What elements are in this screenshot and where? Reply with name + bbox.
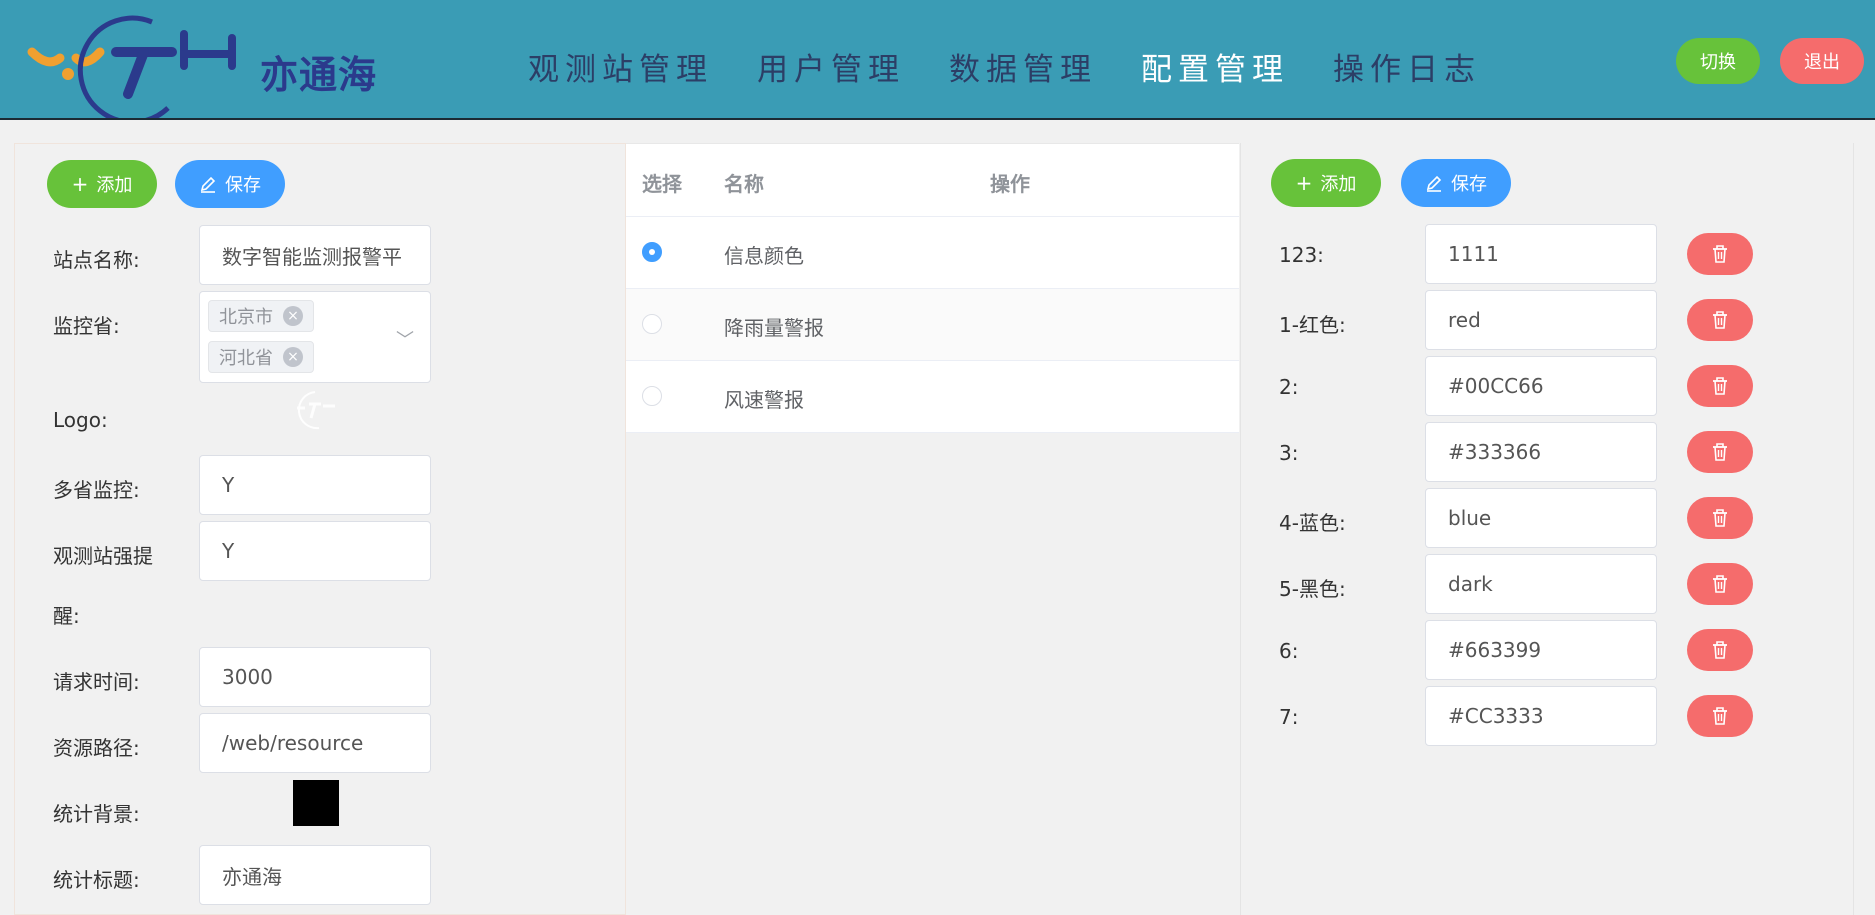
- delete-button[interactable]: [1687, 695, 1753, 737]
- logo-thumbnail-icon: [297, 391, 335, 430]
- config-item-key: 2:: [1279, 375, 1299, 399]
- row-name: 风速警报: [724, 388, 804, 412]
- row-name: 信息颜色: [724, 244, 804, 268]
- logo-label: Logo:: [53, 408, 108, 432]
- trash-icon: [1713, 245, 1727, 263]
- config-table: 选择 名称 操作 信息颜色 降雨量警报 风速警报: [626, 144, 1239, 433]
- delete-button[interactable]: [1687, 299, 1753, 341]
- config-item-key: 3:: [1279, 441, 1299, 465]
- right-save-button[interactable]: 保存: [1401, 159, 1511, 207]
- plus-icon: +: [1295, 171, 1313, 195]
- station-alert-label: 观测站强提: [53, 544, 153, 568]
- column-name: 名称: [724, 172, 764, 196]
- multi-province-label: 多省监控:: [53, 478, 140, 502]
- site-config-panel: + 添加 保存 站点名称: 数字智能监测报警平 监控省: 北京市 × 河北省 ×…: [14, 143, 626, 915]
- config-item-key: 6:: [1279, 639, 1299, 663]
- site-name-label: 站点名称:: [53, 248, 140, 272]
- switch-button[interactable]: 切换: [1676, 38, 1760, 84]
- delete-button[interactable]: [1687, 365, 1753, 407]
- right-add-button[interactable]: + 添加: [1271, 159, 1381, 207]
- nav-user-management[interactable]: 用户管理: [757, 44, 905, 89]
- delete-button[interactable]: [1687, 431, 1753, 473]
- config-item-key: 123:: [1279, 243, 1324, 267]
- trash-icon: [1713, 641, 1727, 659]
- main-nav: 观测站管理 用户管理 数据管理 配置管理 操作日志: [528, 44, 1525, 89]
- column-action: 操作: [990, 172, 1030, 196]
- table-row[interactable]: 风速警报: [626, 361, 1239, 433]
- tag-close-icon[interactable]: ×: [283, 347, 303, 367]
- row-radio[interactable]: [642, 386, 662, 406]
- delete-button[interactable]: [1687, 563, 1753, 605]
- config-item-value-input[interactable]: blue: [1425, 488, 1657, 548]
- nav-data-management[interactable]: 数据管理: [949, 44, 1097, 89]
- config-item-value-input[interactable]: #333366: [1425, 422, 1657, 482]
- request-time-input[interactable]: 3000: [199, 647, 431, 707]
- province-tag: 北京市 ×: [208, 300, 314, 332]
- trash-icon: [1713, 311, 1727, 329]
- resource-path-label: 资源路径:: [53, 736, 140, 760]
- left-add-button[interactable]: + 添加: [47, 160, 157, 208]
- config-item-key: 5-黑色:: [1279, 577, 1346, 601]
- nav-operation-log[interactable]: 操作日志: [1333, 44, 1481, 89]
- province-select[interactable]: 北京市 × 河北省 × ﹀: [199, 291, 431, 383]
- table-row[interactable]: 降雨量警报: [626, 289, 1239, 361]
- logout-button[interactable]: 退出: [1780, 38, 1864, 84]
- province-tag: 河北省 ×: [208, 341, 314, 373]
- row-radio[interactable]: [642, 314, 662, 334]
- brand-name: 亦通海: [260, 53, 378, 97]
- request-time-label: 请求时间:: [53, 670, 140, 694]
- province-label: 监控省:: [53, 314, 120, 338]
- plus-icon: +: [71, 172, 89, 196]
- nav-station-management[interactable]: 观测站管理: [528, 44, 713, 89]
- config-item-key: 1-红色:: [1279, 313, 1346, 337]
- config-item-value-input[interactable]: dark: [1425, 554, 1657, 614]
- table-row[interactable]: 信息颜色: [626, 217, 1239, 289]
- delete-button[interactable]: [1687, 629, 1753, 671]
- config-table-panel: 选择 名称 操作 信息颜色 降雨量警报 风速警报: [626, 143, 1239, 915]
- config-item-key: 4-蓝色:: [1279, 511, 1346, 535]
- config-item-key: 7:: [1279, 705, 1299, 729]
- config-item-value-input[interactable]: #00CC66: [1425, 356, 1657, 416]
- station-alert-input[interactable]: Y: [199, 521, 431, 581]
- config-item-value-input[interactable]: 1111: [1425, 224, 1657, 284]
- column-select: 选择: [642, 172, 682, 196]
- trash-icon: [1713, 443, 1727, 461]
- stat-title-label: 统计标题:: [53, 868, 140, 892]
- site-name-input[interactable]: 数字智能监测报警平: [199, 225, 431, 285]
- multi-province-input[interactable]: Y: [199, 455, 431, 515]
- row-name: 降雨量警报: [724, 316, 824, 340]
- logo-mark-icon: [27, 15, 236, 125]
- delete-button[interactable]: [1687, 233, 1753, 275]
- stat-title-input[interactable]: 亦通海: [199, 845, 431, 905]
- trash-icon: [1713, 707, 1727, 725]
- color-config-panel: + 添加 保存 123: 1111 1-红色: red 2: #00CC66 3…: [1240, 143, 1854, 915]
- stat-background-image[interactable]: [293, 780, 339, 826]
- brand-logo: 亦通海: [24, 8, 394, 125]
- config-item-value-input[interactable]: red: [1425, 290, 1657, 350]
- row-radio[interactable]: [642, 242, 662, 262]
- trash-icon: [1713, 509, 1727, 527]
- trash-icon: [1713, 377, 1727, 395]
- top-header: 亦通海 观测站管理 用户管理 数据管理 配置管理 操作日志 切换 退出: [0, 0, 1875, 125]
- tag-close-icon[interactable]: ×: [283, 306, 303, 326]
- config-item-value-input[interactable]: #663399: [1425, 620, 1657, 680]
- stat-background-label: 统计背景:: [53, 802, 140, 826]
- config-item-value-input[interactable]: #CC3333: [1425, 686, 1657, 746]
- station-alert-label-cont: 醒:: [53, 604, 80, 628]
- delete-button[interactable]: [1687, 497, 1753, 539]
- edit-icon: [200, 176, 216, 193]
- chevron-down-icon[interactable]: ﹀: [396, 326, 414, 352]
- logo-preview-image[interactable]: [291, 390, 337, 430]
- nav-config-management[interactable]: 配置管理: [1141, 44, 1289, 89]
- resource-path-input[interactable]: /web/resource: [199, 713, 431, 773]
- edit-icon: [1426, 175, 1442, 192]
- trash-icon: [1713, 575, 1727, 593]
- left-save-button[interactable]: 保存: [175, 160, 285, 208]
- table-header: 选择 名称 操作: [626, 144, 1239, 217]
